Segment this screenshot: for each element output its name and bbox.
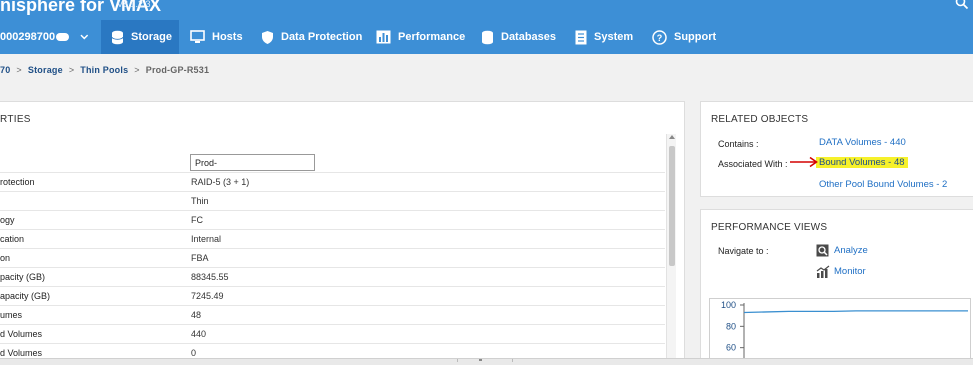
property-value: Internal <box>191 234 222 244</box>
monitor-icon <box>190 30 205 43</box>
properties-panel: RTIES rotection RAID-5 (3 + 1) Thin ogy FC… <box>0 101 685 359</box>
property-label: umes <box>0 310 23 320</box>
nav-support[interactable]: ? Support <box>652 20 716 54</box>
property-label: cation <box>0 234 25 244</box>
related-objects-panel: RELATED OBJECTS Contains : DATA Volumes … <box>700 101 973 197</box>
breadcrumb-item[interactable]: 70 <box>0 65 10 75</box>
analyze-link[interactable]: Analyze <box>834 245 868 256</box>
search-icon[interactable] <box>955 0 969 10</box>
nav-data-protection-label: Data Protection <box>281 31 363 43</box>
table-row: umes 48 <box>0 306 665 325</box>
properties-table: rotection RAID-5 (3 + 1) Thin ogy FC catio… <box>0 154 665 358</box>
series-line <box>743 310 968 314</box>
nav-system-label: System <box>594 31 634 43</box>
associated-with-label: Associated With : <box>718 159 788 169</box>
y-tick-label: 80 <box>726 321 736 331</box>
splitter-grip <box>479 359 482 361</box>
main-nav: 000298700 Storage Hosts Data Protection <box>0 20 973 54</box>
related-objects-title: RELATED OBJECTS <box>711 114 809 125</box>
property-value: FC <box>191 215 203 225</box>
splitter-handle[interactable] <box>457 359 513 362</box>
scroll-up-icon[interactable] <box>669 135 675 139</box>
table-row: Thin <box>0 192 665 211</box>
breadcrumb-item[interactable]: Thin Pools <box>80 65 128 75</box>
contains-label: Contains : <box>718 139 759 149</box>
property-value: Thin <box>191 196 209 206</box>
shield-icon <box>262 30 273 44</box>
scroll-thumb[interactable] <box>669 146 675 266</box>
nav-support-label: Support <box>674 31 717 43</box>
nav-storage[interactable]: Storage <box>101 20 179 54</box>
nav-system[interactable]: System <box>575 20 633 54</box>
other-pool-bound-volumes-link[interactable]: Other Pool Bound Volumes - 2 <box>819 179 947 190</box>
analyze-icon[interactable] <box>816 244 829 257</box>
property-value: 48 <box>191 310 202 320</box>
properties-title: RTIES <box>0 114 31 125</box>
property-label: on <box>0 253 11 263</box>
help-icon: ? <box>652 29 667 45</box>
bound-volumes-link[interactable]: Bound Volumes - 48 <box>816 157 908 168</box>
property-label: apacity (GB) <box>0 291 51 301</box>
bottom-strip <box>0 358 973 365</box>
name-field[interactable] <box>190 154 315 171</box>
property-label: d Volumes <box>0 348 43 358</box>
nav-hosts-label: Hosts <box>212 31 243 43</box>
array-id-redaction <box>56 33 70 41</box>
array-id: 000298700 <box>0 31 56 43</box>
array-selector[interactable]: 000298700 <box>0 20 96 54</box>
nav-databases-label: Databases <box>501 31 557 43</box>
property-label: d Volumes <box>0 329 43 339</box>
property-value: 0 <box>191 348 197 358</box>
breadcrumb-item[interactable]: Storage <box>28 65 63 75</box>
property-value: 440 <box>191 329 207 339</box>
table-row: d Volumes 440 <box>0 325 665 344</box>
table-row: ogy FC <box>0 211 665 230</box>
property-label: ogy <box>0 215 15 225</box>
property-value: RAID-5 (3 + 1) <box>191 177 250 187</box>
breadcrumb-current: Prod-GP-R531 <box>145 65 210 75</box>
property-label: rotection <box>0 177 35 187</box>
table-row: d Volumes 0 <box>0 344 665 358</box>
nav-performance[interactable]: Performance <box>376 20 465 54</box>
data-volumes-link[interactable]: DATA Volumes - 440 <box>819 137 906 148</box>
performance-views-title: PERFORMANCE VIEWS <box>711 222 828 233</box>
nav-storage-label: Storage <box>131 31 172 43</box>
nav-performance-label: Performance <box>398 31 466 43</box>
svg-text:?: ? <box>657 33 663 43</box>
y-tick-label: 60 <box>726 343 736 353</box>
property-value: 88345.55 <box>191 272 229 282</box>
performance-chart: 100806040 <box>709 298 971 358</box>
red-arrow-annotation <box>790 156 818 168</box>
nav-hosts[interactable]: Hosts <box>190 20 243 54</box>
y-tick-label: 100 <box>721 300 736 310</box>
database-icon <box>482 30 493 44</box>
nav-data-protection[interactable]: Data Protection <box>261 20 362 54</box>
monitor-chart-icon[interactable] <box>816 265 830 278</box>
table-row: pacity (GB) 88345.55 <box>0 268 665 287</box>
property-label: pacity (GB) <box>0 272 46 282</box>
app-header: nisphere for VMAX V8.1.2.3 <box>0 0 973 20</box>
performance-views-panel: PERFORMANCE VIEWS Navigate to : Analyze … <box>700 209 973 359</box>
document-icon <box>575 30 587 44</box>
table-row: rotection RAID-5 (3 + 1) <box>0 173 665 192</box>
app-version: V8.1.2.3 <box>117 0 151 9</box>
properties-scrollbar[interactable] <box>666 134 676 358</box>
table-row <box>0 154 665 173</box>
navigate-to-label: Navigate to : <box>718 246 769 256</box>
property-value: FBA <box>191 253 209 263</box>
breadcrumb: 70 > Storage > Thin Pools > Prod-GP-R531 <box>0 65 210 75</box>
performance-chart-svg: 100806040 <box>721 300 968 358</box>
bar-chart-icon <box>376 30 391 44</box>
monitor-link[interactable]: Monitor <box>834 266 866 277</box>
table-row: on FBA <box>0 249 665 268</box>
chevron-down-icon <box>80 34 89 40</box>
table-row: apacity (GB) 7245.49 <box>0 287 665 306</box>
database-icon <box>111 30 124 44</box>
property-value: 7245.49 <box>191 291 224 301</box>
table-row: cation Internal <box>0 230 665 249</box>
nav-databases[interactable]: Databases <box>481 20 556 54</box>
